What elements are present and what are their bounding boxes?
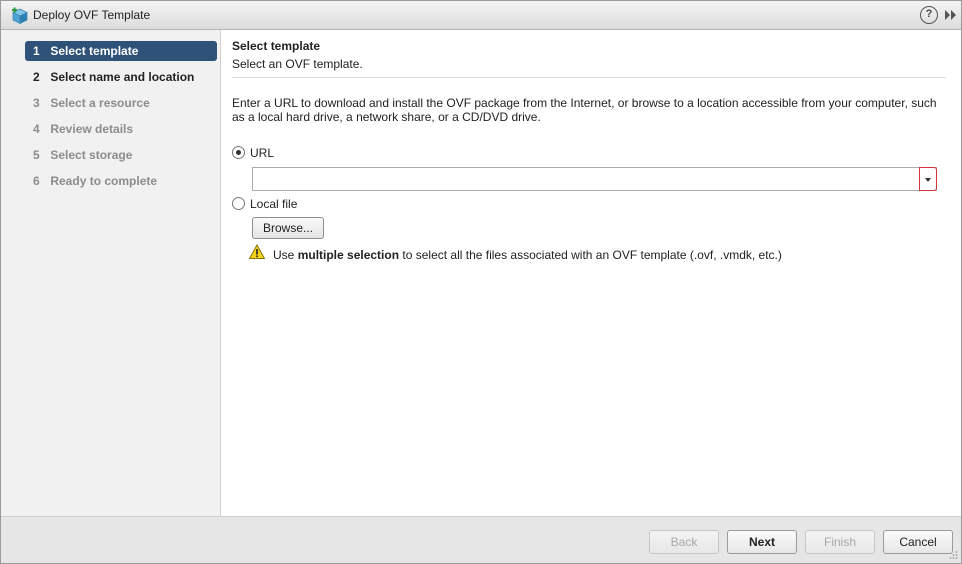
page-subtitle: Select an OVF template. <box>232 57 363 71</box>
step-label: Select name and location <box>50 70 195 84</box>
step-select-name-and-location[interactable]: 2 Select name and location <box>25 67 217 87</box>
deploy-ovf-dialog: Deploy OVF Template ? 1 Select template … <box>0 0 962 564</box>
url-radio-label[interactable]: URL <box>250 146 274 160</box>
step-select-a-resource: 3 Select a resource <box>25 93 217 113</box>
step-label: Ready to complete <box>50 174 158 188</box>
step-number: 3 <box>33 96 40 110</box>
local-file-radio-label[interactable]: Local file <box>250 197 297 211</box>
resize-grip-icon[interactable] <box>948 550 958 560</box>
step-label: Review details <box>50 122 134 136</box>
dialog-footer: Back Next Finish Cancel <box>1 516 961 563</box>
url-input[interactable] <box>253 168 919 190</box>
url-combobox[interactable] <box>252 167 937 191</box>
wizard-content: Select template Select an OVF template. … <box>222 30 961 516</box>
cancel-button[interactable]: Cancel <box>883 530 953 554</box>
help-button[interactable]: ? <box>920 6 938 24</box>
hint-prefix: Use <box>273 248 298 262</box>
next-button[interactable]: Next <box>727 530 797 554</box>
warning-icon <box>249 244 265 259</box>
hint-suffix: to select all the files associated with … <box>399 248 782 262</box>
back-button[interactable]: Back <box>649 530 719 554</box>
step-number: 4 <box>33 122 40 136</box>
step-ready-to-complete: 6 Ready to complete <box>25 171 217 191</box>
step-label: Select storage <box>50 148 133 162</box>
wizard-steps-sidebar: 1 Select template 2 Select name and loca… <box>1 30 221 516</box>
dialog-title: Deploy OVF Template <box>33 8 151 22</box>
step-number: 5 <box>33 148 40 162</box>
hint-bold: multiple selection <box>297 248 400 262</box>
browse-button[interactable]: Browse... <box>252 217 324 239</box>
title-bar: Deploy OVF Template ? <box>1 1 961 30</box>
step-number: 1 <box>33 44 40 58</box>
multiple-selection-hint: Use multiple selection to select all the… <box>273 248 782 262</box>
finish-button[interactable]: Finish <box>805 530 875 554</box>
step-label: Select template <box>50 44 139 58</box>
expand-double-arrow-icon[interactable] <box>944 7 958 23</box>
page-title: Select template <box>232 39 321 53</box>
step-select-template[interactable]: 1 Select template <box>25 41 217 61</box>
instructions-text: Enter a URL to download and install the … <box>232 96 937 124</box>
step-number: 6 <box>33 174 40 188</box>
step-review-details: 4 Review details <box>25 119 217 139</box>
header-divider <box>232 77 946 78</box>
step-select-storage: 5 Select storage <box>25 145 217 165</box>
ovf-template-icon <box>12 7 28 25</box>
local-file-radio[interactable] <box>232 197 245 210</box>
url-radio[interactable] <box>232 146 245 159</box>
url-dropdown-chevron-down-icon[interactable] <box>919 167 937 191</box>
step-label: Select a resource <box>50 96 150 110</box>
step-number: 2 <box>33 70 40 84</box>
